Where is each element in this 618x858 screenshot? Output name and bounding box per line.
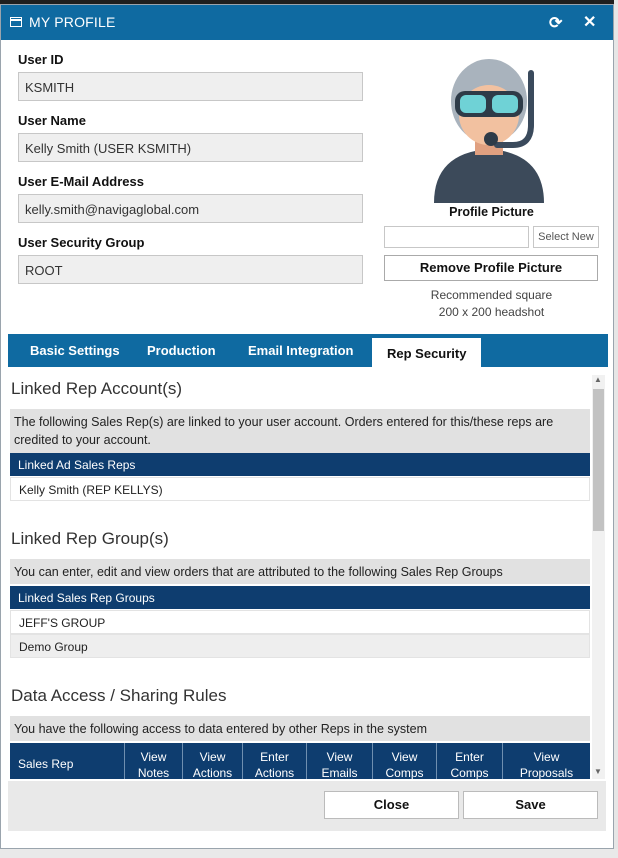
diver-avatar-icon bbox=[434, 59, 544, 203]
rep-security-panel: Linked Rep Account(s) The following Sale… bbox=[8, 367, 606, 779]
dialog-footer: Close Save bbox=[8, 781, 606, 831]
profile-picture-file-input[interactable] bbox=[384, 226, 529, 248]
backdrop-right bbox=[614, 0, 618, 858]
list-item[interactable]: JEFF'S GROUP bbox=[10, 610, 590, 634]
user-name-label: User Name bbox=[18, 113, 86, 128]
linked-rep-accounts-note: The following Sales Rep(s) are linked to… bbox=[10, 409, 590, 453]
column-header-enter-actions[interactable]: Enter Actions bbox=[242, 743, 306, 779]
user-email-field[interactable]: kelly.smith@navigaglobal.com bbox=[18, 194, 363, 223]
scroll-up-icon[interactable]: ▲ bbox=[594, 375, 602, 384]
list-item[interactable]: Demo Group bbox=[10, 634, 590, 658]
settings-tabs: Basic Settings Production Email Integrat… bbox=[8, 334, 608, 367]
user-security-group-label: User Security Group bbox=[18, 235, 145, 250]
tab-basic-settings[interactable]: Basic Settings bbox=[30, 343, 120, 358]
linked-rep-groups-note: You can enter, edit and view orders that… bbox=[10, 559, 590, 584]
data-access-table-header: Sales Rep View Notes View Actions Enter Act… bbox=[10, 743, 590, 779]
remove-profile-picture-button[interactable]: Remove Profile Picture bbox=[384, 255, 598, 281]
linked-sales-rep-groups-header: Linked Sales Rep Groups bbox=[10, 586, 590, 609]
column-header-view-notes[interactable]: View Notes bbox=[124, 743, 182, 779]
backdrop-bottom bbox=[0, 849, 618, 858]
user-name-field[interactable]: Kelly Smith (USER KSMITH) bbox=[18, 133, 363, 162]
window-icon bbox=[10, 17, 22, 27]
dialog-titlebar: MY PROFILE ⟳ ✕ bbox=[1, 5, 613, 40]
data-access-title: Data Access / Sharing Rules bbox=[11, 686, 227, 705]
recommendation-line-2: 200 x 200 headshot bbox=[438, 305, 545, 319]
list-item[interactable]: Kelly Smith (REP KELLYS) bbox=[10, 477, 590, 501]
tab-rep-security[interactable]: Rep Security bbox=[372, 338, 482, 367]
picture-recommendation: Recommended square 200 x 200 headshot bbox=[384, 287, 599, 321]
column-header-view-comps[interactable]: View Comps bbox=[372, 743, 436, 779]
column-header-enter-comps[interactable]: Enter Comps bbox=[436, 743, 502, 779]
scroll-down-icon[interactable]: ▼ bbox=[594, 767, 602, 776]
close-icon[interactable]: ✕ bbox=[583, 12, 596, 32]
close-button[interactable]: Close bbox=[324, 791, 459, 819]
tab-email-integration[interactable]: Email Integration bbox=[248, 343, 353, 358]
column-header-view-actions[interactable]: View Actions bbox=[182, 743, 242, 779]
user-security-group-field[interactable]: ROOT bbox=[18, 255, 363, 284]
user-id-field[interactable]: KSMITH bbox=[18, 72, 363, 101]
column-header-sales-rep[interactable]: Sales Rep bbox=[10, 743, 124, 779]
scrollbar-thumb[interactable] bbox=[593, 389, 604, 531]
user-id-label: User ID bbox=[18, 52, 64, 67]
refresh-icon[interactable]: ⟳ bbox=[549, 13, 562, 33]
select-new-button[interactable]: Select New bbox=[533, 226, 599, 248]
column-header-view-emails[interactable]: View Emails bbox=[306, 743, 372, 779]
linked-rep-groups-title: Linked Rep Group(s) bbox=[11, 529, 169, 548]
data-access-note: You have the following access to data en… bbox=[10, 716, 590, 741]
tab-production[interactable]: Production bbox=[147, 343, 216, 358]
profile-picture-label: Profile Picture bbox=[449, 205, 534, 219]
save-button[interactable]: Save bbox=[463, 791, 598, 819]
user-email-label: User E-Mail Address bbox=[18, 174, 144, 189]
column-header-view-proposals[interactable]: View Proposals bbox=[502, 743, 590, 779]
recommendation-line-1: Recommended square bbox=[430, 288, 553, 302]
profile-dialog: MY PROFILE ⟳ ✕ User ID KSMITH User Name … bbox=[0, 4, 614, 849]
linked-rep-accounts-title: Linked Rep Account(s) bbox=[11, 379, 183, 398]
dialog-title: MY PROFILE bbox=[29, 14, 116, 30]
linked-ad-sales-reps-header: Linked Ad Sales Reps bbox=[10, 453, 590, 476]
panel-scrollbar[interactable]: ▲ ▼ bbox=[592, 375, 605, 779]
